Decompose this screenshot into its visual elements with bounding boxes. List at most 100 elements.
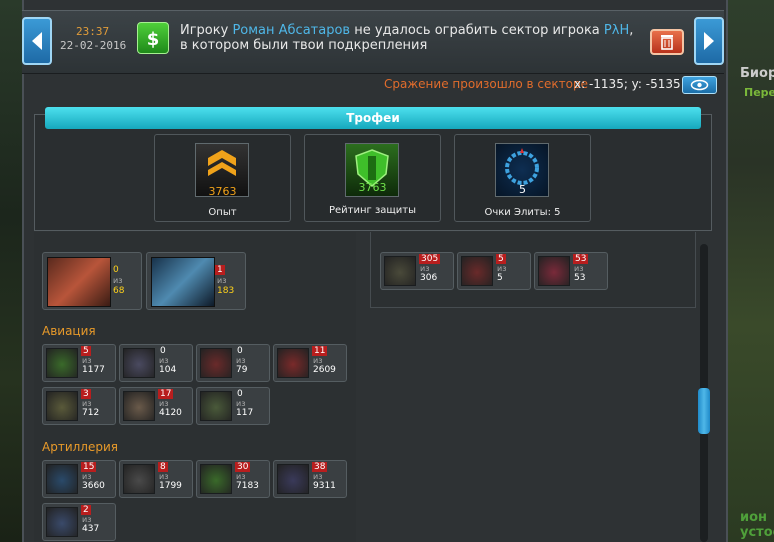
unit-card[interactable]: 1 из 183: [146, 252, 246, 310]
unit-card[interactable]: 5 из 5: [457, 252, 531, 290]
unit-total-count: 437: [82, 524, 100, 534]
unit-total-count: 104: [159, 365, 177, 375]
report-message: Игроку Роман Абсатаров не удалось ограби…: [180, 23, 634, 53]
unit-card[interactable]: 3 из 712: [42, 387, 116, 425]
unit-card[interactable]: 0 из 104: [119, 344, 193, 382]
unit-total-count: 117: [236, 408, 254, 418]
unit-image: [277, 348, 309, 378]
unit-card[interactable]: 0 из 79: [196, 344, 270, 382]
unit-image: [200, 391, 232, 421]
unit-lost-count: 17: [158, 389, 174, 399]
unit-of-label: из: [159, 356, 169, 365]
unit-of-label: из: [497, 264, 507, 273]
unit-image: [123, 464, 155, 494]
unit-lost-count: 30: [235, 462, 251, 472]
unit-total-count: 3660: [82, 481, 105, 491]
unit-card[interactable]: 0 из 117: [196, 387, 270, 425]
unit-lost-count: 5: [496, 254, 506, 264]
unit-total-count: 9311: [313, 481, 336, 491]
unit-total-count: 79: [236, 365, 248, 375]
unit-card[interactable]: 8 из 1799: [119, 460, 193, 498]
unit-of-label: из: [236, 399, 246, 408]
unit-of-label: из: [313, 356, 323, 365]
unit-lost-count: 53: [573, 254, 589, 264]
side-subtitle: Перер: [744, 86, 774, 99]
delete-button[interactable]: [650, 29, 684, 55]
aviation-title: Авиация: [42, 324, 96, 338]
battle-sector-text: Сражение произошло в секторе: [384, 77, 588, 91]
arrow-right-icon: [704, 32, 714, 50]
unit-image: [151, 257, 215, 307]
unit-card[interactable]: 2 из 437: [42, 503, 116, 541]
unit-image: [123, 391, 155, 421]
unit-card[interactable]: 38 из 9311: [273, 460, 347, 498]
unit-lost-count: 0: [160, 346, 166, 356]
money-icon: $: [137, 22, 169, 54]
unit-image: [47, 257, 111, 307]
unit-image: [123, 348, 155, 378]
unit-lost-count: 5: [81, 346, 91, 356]
unit-of-label: из: [82, 356, 92, 365]
unit-total-count: 306: [420, 273, 438, 283]
unit-of-label: из: [159, 472, 169, 481]
unit-total-count: 5: [497, 273, 503, 283]
unit-card[interactable]: 15 из 3660: [42, 460, 116, 498]
eye-icon: [690, 79, 709, 91]
unit-of-label: из: [313, 472, 323, 481]
unit-total-count: 1799: [159, 481, 182, 491]
unit-of-label: из: [574, 264, 584, 273]
unit-lost-count: 38: [312, 462, 328, 472]
unit-card[interactable]: 11 из 2609: [273, 344, 347, 382]
unit-total-count: 7183: [236, 481, 259, 491]
unit-total-count: 4120: [159, 408, 182, 418]
unit-card[interactable]: 5 из 1177: [42, 344, 116, 382]
background-right: Биор Перер ион устос: [728, 0, 774, 542]
unit-total-count: 2609: [313, 365, 336, 375]
unit-image: [46, 507, 78, 537]
unit-of-label: из: [82, 399, 92, 408]
unit-lost-count: 0: [237, 389, 243, 399]
unit-image: [384, 256, 416, 286]
trophy-experience: 3763 Опыт: [154, 134, 291, 222]
unit-card[interactable]: 30 из 7183: [196, 460, 270, 498]
side-title: Биор: [740, 66, 774, 81]
unit-image: [538, 256, 570, 286]
svg-text:$: $: [147, 29, 160, 50]
unit-total-count: 1177: [82, 365, 105, 375]
owner-player-link[interactable]: PλH: [604, 23, 629, 38]
view-sector-button[interactable]: [682, 76, 717, 94]
unit-total-count: 712: [82, 408, 100, 418]
trophy-elite-points: 5 Очки Элиты: 5: [454, 134, 591, 222]
unit-lost-count: 8: [158, 462, 168, 472]
unit-image: [277, 464, 309, 494]
message-date: 22-02-2016: [60, 39, 127, 52]
arrow-left-icon: [32, 32, 42, 50]
scrollbar-thumb[interactable]: [698, 388, 710, 434]
artillery-title: Артиллерия: [42, 440, 118, 454]
sector-coordinates[interactable]: x: -1135; y: -5135: [574, 77, 681, 91]
background-left: [0, 0, 22, 542]
unit-image: [46, 391, 78, 421]
unit-card[interactable]: 0 из 68: [42, 252, 142, 310]
unit-card[interactable]: 17 из 4120: [119, 387, 193, 425]
trophies-title: Трофеи: [45, 107, 701, 129]
trash-icon: [661, 35, 673, 50]
unit-of-label: из: [82, 472, 92, 481]
victim-player-link[interactable]: Роман Абсатаров: [232, 23, 350, 38]
side-footer-1: ион: [740, 510, 768, 525]
unit-image: [46, 464, 78, 494]
unit-lost-count: 11: [312, 346, 328, 356]
unit-lost-count: 15: [81, 462, 97, 472]
unit-of-label: из: [159, 399, 169, 408]
unit-total-count: 53: [574, 273, 586, 283]
prev-report-button[interactable]: [22, 17, 52, 65]
unit-image: [46, 348, 78, 378]
next-report-button[interactable]: [694, 17, 724, 65]
unit-card[interactable]: 53 из 53: [534, 252, 608, 290]
unit-lost-count: 2: [81, 505, 91, 515]
unit-of-label: из: [82, 515, 92, 524]
unit-lost-count: 0: [237, 346, 243, 356]
unit-card[interactable]: 305 из 306: [380, 252, 454, 290]
side-footer-2: устос: [740, 525, 774, 540]
unit-of-label: из: [420, 264, 430, 273]
